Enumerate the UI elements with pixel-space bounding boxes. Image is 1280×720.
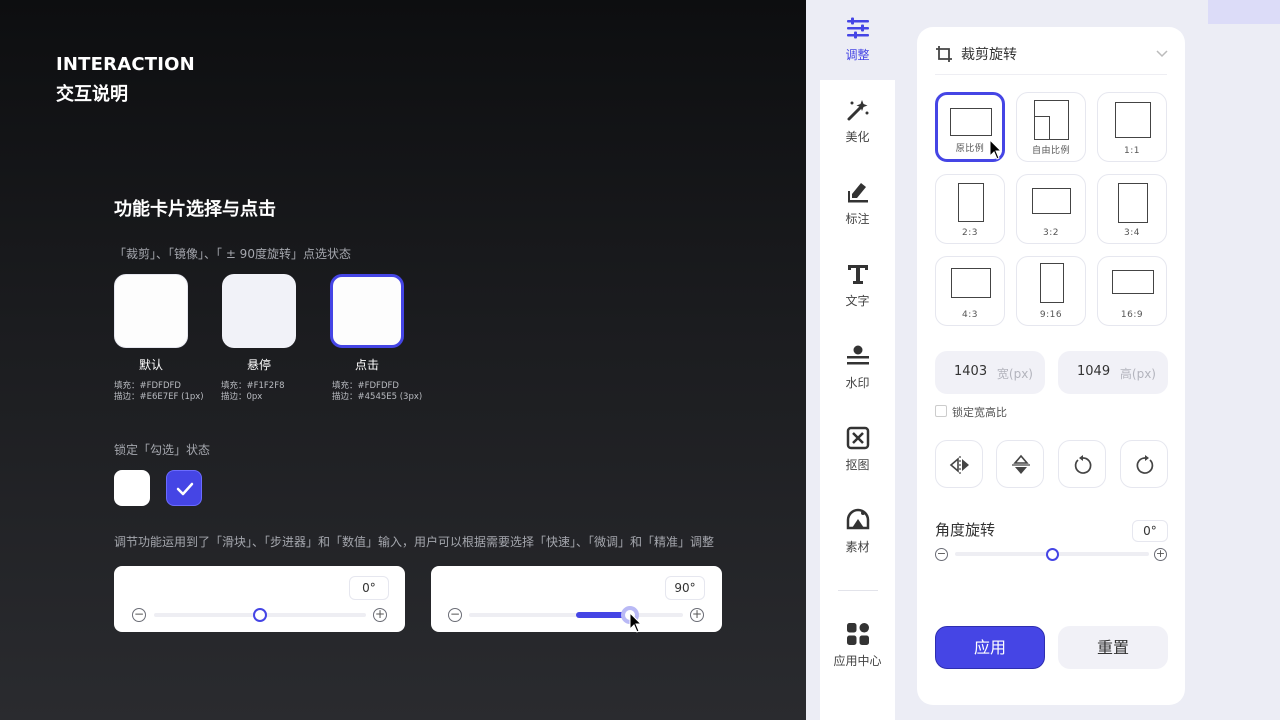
- sidebar-item-beautify[interactable]: 美化: [820, 98, 895, 145]
- sidebar-label: 美化: [845, 130, 870, 144]
- lock-ratio-label: 锁定宽高比: [952, 406, 1007, 419]
- flip-vertical-button[interactable]: [996, 440, 1044, 488]
- state-card-click[interactable]: [330, 274, 404, 348]
- state-meta-click: 填充：#FDFDFD 描边：#4545E5 (3px): [332, 381, 423, 402]
- state-meta-hover: 填充：#F1F2F8 描边：0px: [221, 381, 285, 402]
- watermark-icon: [846, 345, 869, 365]
- rotate-right-button[interactable]: [1120, 440, 1168, 488]
- material-icon: [846, 508, 869, 530]
- state-meta-default: 填充：#FDFDFD 描边：#E6E7EF (1px): [114, 381, 204, 402]
- flip-vertical-icon: [1012, 454, 1030, 474]
- angle-value-input[interactable]: 0°: [1132, 520, 1168, 542]
- chevron-down-icon[interactable]: [1156, 49, 1168, 59]
- sidebar-item-app-center[interactable]: 应用中心: [820, 622, 895, 669]
- rotate-left-icon: [1074, 455, 1092, 474]
- cutout-icon: [846, 426, 869, 450]
- check-icon: [176, 482, 194, 496]
- checkbox-unchecked-demo[interactable]: [114, 470, 150, 506]
- header-en: INTERACTION: [56, 54, 195, 75]
- section-title: 功能卡片选择与点击: [114, 199, 276, 220]
- lock-ratio-checkbox[interactable]: [935, 405, 947, 417]
- sidebar-item-watermark[interactable]: 水印: [820, 344, 895, 391]
- slider-value-box[interactable]: 0°: [349, 576, 389, 600]
- state-card-default[interactable]: [114, 274, 188, 348]
- rotate-left-button[interactable]: [1058, 440, 1106, 488]
- width-input[interactable]: 1403 宽(px): [935, 351, 1045, 394]
- magic-wand-icon: [847, 100, 868, 121]
- header-cn: 交互说明: [56, 84, 128, 105]
- checkbox-caption: 锁定「勾选」状态: [114, 443, 211, 457]
- sidebar-item-text[interactable]: 文字: [820, 262, 895, 309]
- sidebar-item-cutout[interactable]: 抠图: [820, 426, 895, 473]
- crop-icon: [936, 46, 952, 62]
- sidebar-label: 调整: [845, 48, 870, 62]
- card-states-caption: 「裁剪」、「镜像」、「 ± 90度旋转」点选状态: [114, 247, 351, 261]
- slider-knob[interactable]: [253, 608, 267, 622]
- sidebar-item-adjust[interactable]: 调整: [820, 16, 895, 63]
- ratio-free[interactable]: 自由比例: [1016, 92, 1086, 162]
- height-value: 1049: [1077, 364, 1111, 379]
- sidebar-item-material[interactable]: 素材: [820, 508, 895, 555]
- top-accent: [1208, 0, 1280, 24]
- state-label-hover: 悬停: [246, 358, 271, 372]
- sidebar-divider: [838, 590, 878, 591]
- minus-icon[interactable]: −: [132, 608, 146, 622]
- panel-title: 裁剪旋转: [961, 47, 1017, 63]
- slider-value-box[interactable]: 90°: [665, 576, 705, 600]
- slider-example-default: 0° − +: [114, 566, 405, 632]
- angle-slider-knob[interactable]: [1045, 548, 1059, 561]
- sidebar-item-annotate[interactable]: 标注: [820, 180, 895, 227]
- cursor-icon: [629, 612, 643, 633]
- sidebar-label: 应用中心: [833, 654, 882, 668]
- width-unit: 宽(px): [996, 367, 1033, 381]
- flip-horizontal-button[interactable]: [935, 440, 983, 488]
- cursor-icon: [989, 139, 1003, 160]
- text-icon: [847, 265, 868, 284]
- height-input[interactable]: 1049 高(px): [1058, 351, 1168, 394]
- plus-icon[interactable]: +: [1154, 548, 1167, 561]
- ratio-3-4[interactable]: 3:4: [1097, 174, 1167, 244]
- width-value: 1403: [954, 364, 988, 379]
- ratio-1-1[interactable]: 1:1: [1097, 92, 1167, 162]
- state-card-hover[interactable]: [222, 274, 296, 348]
- crop-rotate-panel: 裁剪旋转 原比例 自由比例 1:1 2:3 3:2 3:4 4:3 9:16 1…: [917, 27, 1185, 705]
- angle-title: 角度旋转: [935, 521, 996, 539]
- flip-horizontal-icon: [949, 456, 969, 474]
- ratio-3-2[interactable]: 3:2: [1016, 174, 1086, 244]
- state-label-default: 默认: [138, 358, 163, 372]
- sliders-icon: [846, 17, 869, 39]
- marker-icon: [847, 183, 868, 203]
- state-label-click: 点击: [354, 358, 379, 372]
- minus-icon[interactable]: −: [448, 608, 462, 622]
- sidebar-label: 抠图: [845, 458, 870, 472]
- reset-button[interactable]: 重置: [1058, 626, 1168, 669]
- sidebar-label: 水印: [845, 376, 870, 390]
- rotate-right-icon: [1136, 455, 1154, 474]
- height-unit: 高(px): [1119, 367, 1156, 381]
- app-center-icon: [846, 623, 869, 645]
- interaction-guide: INTERACTION 交互说明 功能卡片选择与点击 「裁剪」、「镜像」、「 ±…: [0, 0, 806, 720]
- plus-icon[interactable]: +: [690, 608, 704, 622]
- apply-button[interactable]: 应用: [935, 626, 1045, 669]
- sidebar-label: 文字: [845, 294, 870, 308]
- ratio-9-16[interactable]: 9:16: [1016, 256, 1086, 326]
- checkbox-checked-demo[interactable]: [166, 470, 202, 506]
- sidebar-label: 标注: [845, 212, 870, 226]
- minus-icon[interactable]: −: [935, 548, 948, 561]
- sidebar-label: 素材: [845, 540, 870, 554]
- ratio-2-3[interactable]: 2:3: [935, 174, 1005, 244]
- slider-caption: 调节功能运用到了「滑块」、「步进器」和「数值」输入，用户可以根据需要选择「快速」…: [114, 535, 715, 549]
- ratio-4-3[interactable]: 4:3: [935, 256, 1005, 326]
- plus-icon[interactable]: +: [373, 608, 387, 622]
- slider-example-drag: 90° − +: [431, 566, 722, 632]
- panel-divider: [935, 74, 1167, 75]
- ratio-16-9[interactable]: 16:9: [1097, 256, 1167, 326]
